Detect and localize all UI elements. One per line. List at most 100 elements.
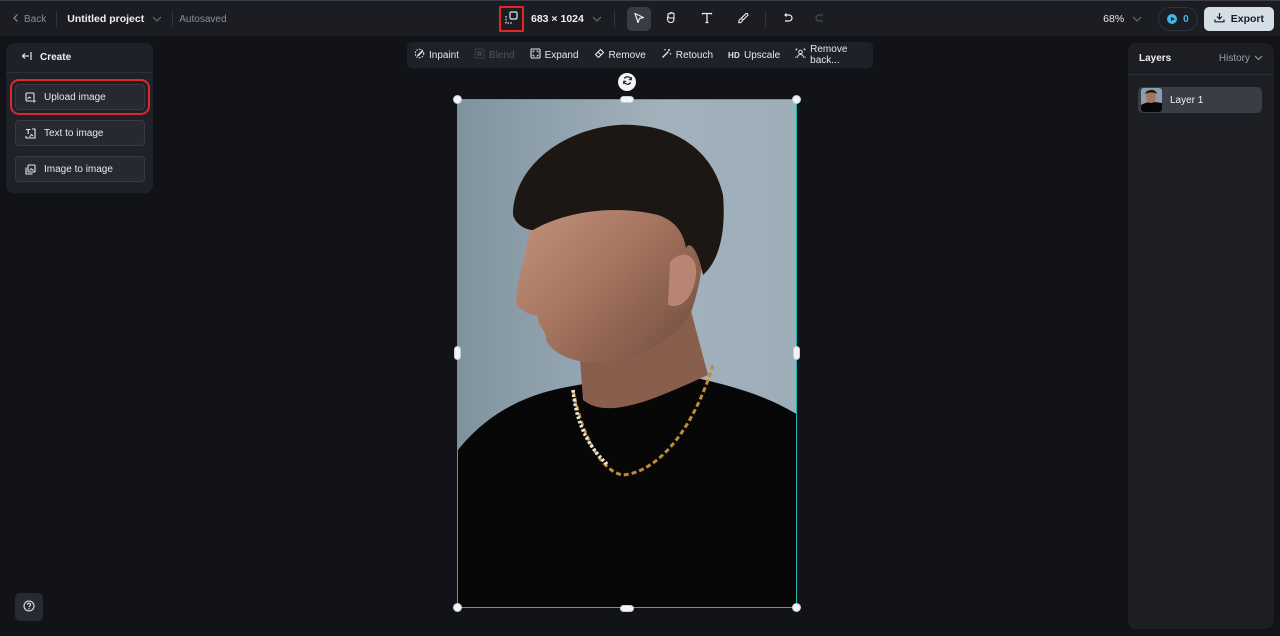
- help-button[interactable]: [15, 593, 43, 621]
- collapse-left-icon: [21, 51, 32, 64]
- history-label: History: [1218, 53, 1250, 64]
- divider: [172, 11, 174, 27]
- portrait-photo: [458, 100, 796, 607]
- inpaint-button[interactable]: Inpaint: [414, 48, 459, 62]
- top-bar-center: 683 × 1024: [499, 1, 832, 37]
- image-to-image-button[interactable]: Image to image: [15, 156, 145, 182]
- back-button[interactable]: Back: [12, 13, 46, 26]
- layer-thumbnail: [1141, 88, 1162, 112]
- create-panel-title: Create: [40, 52, 72, 63]
- canvas-image[interactable]: [457, 99, 797, 608]
- top-bar: Back Untitled project Autosaved 683 × 10…: [0, 0, 1280, 36]
- tool-group: [626, 7, 832, 31]
- hand-icon: [665, 11, 677, 27]
- zoom-dropdown[interactable]: 68%: [1103, 13, 1142, 25]
- top-bar-right: 68% 0 Export: [1103, 1, 1274, 37]
- resize-handle-top-right[interactable]: [792, 95, 801, 104]
- inpaint-icon: [414, 48, 425, 62]
- upload-image-label: Upload image: [44, 91, 106, 103]
- remove-background-button[interactable]: Remove back...: [795, 44, 858, 66]
- canvas-size: 683 × 1024: [531, 13, 584, 25]
- resize-icon: [505, 11, 518, 27]
- save-status: Autosaved: [179, 13, 227, 25]
- top-bar-left: Back Untitled project Autosaved: [12, 1, 227, 37]
- credit-icon: [1167, 14, 1178, 24]
- retouch-button[interactable]: Retouch: [661, 48, 713, 62]
- project-name-dropdown[interactable]: Untitled project: [67, 13, 162, 25]
- resize-handle-top[interactable]: [620, 96, 634, 103]
- redo-button[interactable]: [808, 7, 832, 31]
- resize-handle-left[interactable]: [454, 346, 461, 360]
- blend-label: Blend: [489, 49, 515, 61]
- hd-icon: HD: [728, 50, 740, 60]
- credits-count: 0: [1183, 13, 1189, 25]
- upload-image-button[interactable]: Upload image: [10, 79, 150, 115]
- resize-handle-bottom-right[interactable]: [792, 603, 801, 612]
- image-to-image-label: Image to image: [44, 163, 113, 175]
- brush-icon: [737, 12, 749, 27]
- image-edit-toolbar: Inpaint Blend Expand Remove Retouch HD U…: [407, 42, 873, 68]
- create-panel: Create Upload image Text to image Image …: [6, 43, 153, 193]
- upscale-button[interactable]: HD Upscale: [728, 50, 780, 61]
- layers-panel: Layers History Layer 1: [1128, 43, 1274, 629]
- chevron-down-icon: [1132, 13, 1142, 25]
- inpaint-label: Inpaint: [429, 49, 460, 61]
- retouch-label: Retouch: [675, 49, 714, 61]
- blend-icon: [474, 48, 485, 62]
- remove-label: Remove: [608, 49, 646, 61]
- layers-tab[interactable]: Layers: [1139, 53, 1171, 64]
- rotate-icon: [622, 75, 633, 89]
- rotate-handle[interactable]: [618, 73, 636, 91]
- divider: [56, 11, 58, 27]
- remove-button[interactable]: Remove: [594, 48, 646, 62]
- remove-background-icon: [795, 48, 806, 62]
- credits-button[interactable]: 0: [1158, 7, 1198, 31]
- text-to-image-button[interactable]: Text to image: [15, 120, 145, 146]
- download-icon: [1214, 12, 1225, 26]
- divider: [613, 11, 615, 27]
- back-label: Back: [24, 13, 47, 25]
- history-dropdown[interactable]: History: [1219, 53, 1263, 64]
- resize-handle-top-left[interactable]: [453, 95, 462, 104]
- project-name: Untitled project: [67, 13, 145, 25]
- undo-icon: [782, 12, 794, 27]
- image-to-image-icon: [25, 163, 36, 175]
- blend-button[interactable]: Blend: [474, 48, 515, 62]
- expand-label: Expand: [544, 49, 579, 61]
- resize-handle-bottom-left[interactable]: [453, 603, 462, 612]
- select-tool-button[interactable]: [626, 7, 651, 31]
- resize-canvas-button[interactable]: [499, 6, 524, 32]
- redo-icon: [814, 12, 826, 27]
- upload-image-icon: [25, 91, 36, 103]
- chevron-down-icon: [592, 13, 602, 25]
- chevron-left-icon: [12, 13, 20, 26]
- retouch-icon: [661, 48, 672, 62]
- layer-name: Layer 1: [1170, 94, 1204, 106]
- chevron-down-icon: [1254, 53, 1263, 64]
- text-to-image-icon: [25, 127, 36, 139]
- undo-button[interactable]: [776, 7, 800, 31]
- hand-tool-button[interactable]: [659, 7, 683, 31]
- canvas-size-dropdown[interactable]: 683 × 1024: [531, 13, 602, 25]
- text-icon: [701, 12, 713, 27]
- chevron-down-icon: [152, 13, 162, 25]
- resize-handle-right[interactable]: [793, 346, 800, 360]
- eraser-icon: [594, 48, 605, 62]
- export-button[interactable]: Export: [1203, 7, 1274, 31]
- upscale-label: Upscale: [744, 49, 781, 61]
- expand-button[interactable]: Expand: [530, 48, 579, 62]
- remove-background-label: Remove back...: [810, 44, 848, 66]
- brush-tool-button[interactable]: [731, 7, 755, 31]
- cursor-icon: [633, 12, 645, 27]
- layer-item[interactable]: Layer 1: [1138, 87, 1262, 113]
- layers-panel-header: Layers History: [1128, 43, 1274, 75]
- zoom-level: 68%: [1103, 13, 1125, 25]
- export-label: Export: [1230, 13, 1264, 25]
- text-to-image-label: Text to image: [44, 127, 104, 139]
- expand-icon: [530, 48, 541, 62]
- divider: [764, 11, 766, 27]
- resize-handle-bottom[interactable]: [620, 605, 634, 612]
- text-tool-button[interactable]: [695, 7, 719, 31]
- create-panel-header[interactable]: Create: [6, 43, 153, 73]
- help-icon: [23, 599, 35, 615]
